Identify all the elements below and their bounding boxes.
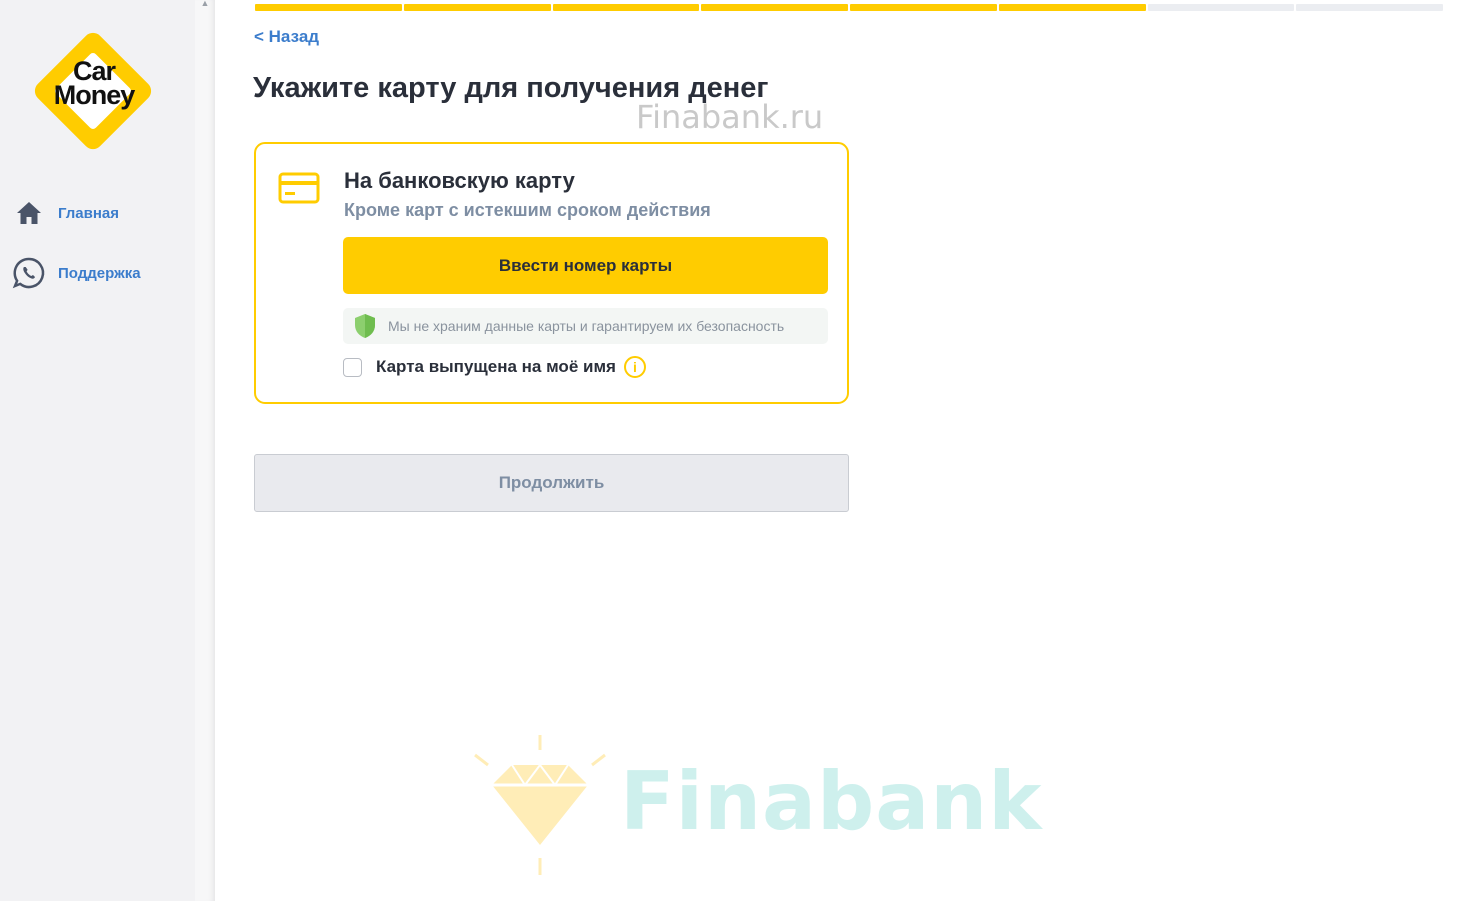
sidebar-item-label: Поддержка [58,264,141,282]
continue-button[interactable]: Продолжить [254,454,849,512]
scroll-up-arrow-icon[interactable]: ▲ [199,0,211,8]
watermark-bottom: Finabank [470,730,1041,880]
bank-card-option[interactable]: На банковскую карту Кроме карт с истекши… [254,142,849,404]
sidebar-item-label: Главная [58,204,120,222]
security-note: Мы не храним данные карты и гарантируем … [343,308,828,344]
sidebar-scrollbar[interactable] [195,0,215,901]
sidebar: Car Money Главная Поддержка [0,0,195,901]
info-icon[interactable]: i [623,356,646,378]
logo-text-money: Money [53,80,136,110]
progress-segment [850,4,997,11]
progress-segment [1147,4,1295,11]
progress-segment [701,4,848,11]
carmoney-logo[interactable]: Car Money [29,28,159,156]
back-link[interactable]: < Назад [254,27,319,47]
step-progress-bar [255,4,1443,12]
progress-segment [255,4,402,11]
card-option-subtitle: Кроме карт с истекшим сроком действия [344,200,711,220]
owner-checkbox[interactable] [343,357,362,377]
progress-segment [998,4,1146,11]
owner-checkbox-label[interactable]: Карта выпущена на моё имя [376,357,616,377]
credit-card-icon [278,172,320,204]
security-note-text: Мы не храним данные карты и гарантируем … [388,318,785,334]
progress-segment [552,4,700,11]
sidebar-item-home[interactable]: Главная [12,196,119,230]
progress-segment [403,4,551,11]
progress-segment [1296,4,1443,11]
diamond-icon [474,735,606,875]
card-option-title: На банковскую карту [344,168,575,193]
home-icon [12,196,46,230]
shield-icon [354,313,376,339]
sidebar-item-support[interactable]: Поддержка [12,256,141,290]
enter-card-number-button[interactable]: Ввести номер карты [343,237,828,294]
whatsapp-icon [12,256,46,290]
watermark-bottom-text: Finabank [620,755,1043,848]
owner-checkbox-row[interactable]: Карта выпущена на моё имя i [343,356,646,378]
watermark-top: Finabank.ru [636,98,824,136]
